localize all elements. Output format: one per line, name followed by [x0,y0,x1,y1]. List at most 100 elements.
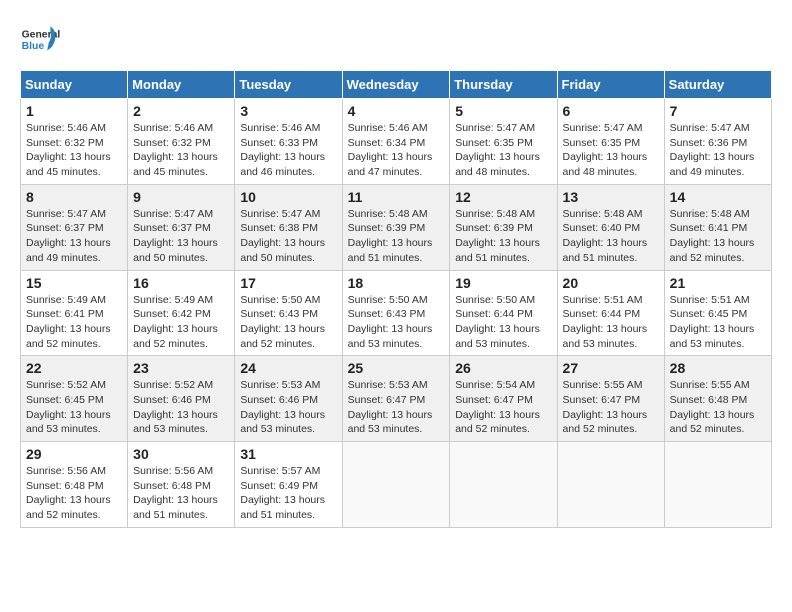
calendar-cell: 10 Sunrise: 5:47 AMSunset: 6:38 PMDaylig… [235,184,342,270]
day-info: Sunrise: 5:56 AMSunset: 6:48 PMDaylight:… [133,465,218,521]
day-number: 22 [26,360,122,376]
day-info: Sunrise: 5:52 AMSunset: 6:46 PMDaylight:… [133,379,218,435]
calendar-cell: 23 Sunrise: 5:52 AMSunset: 6:46 PMDaylig… [128,356,235,442]
calendar-week-row: 8 Sunrise: 5:47 AMSunset: 6:37 PMDayligh… [21,184,772,270]
calendar-cell [450,442,557,528]
calendar-week-row: 15 Sunrise: 5:49 AMSunset: 6:41 PMDaylig… [21,270,772,356]
calendar-cell: 31 Sunrise: 5:57 AMSunset: 6:49 PMDaylig… [235,442,342,528]
day-number: 21 [670,275,766,291]
calendar-cell: 27 Sunrise: 5:55 AMSunset: 6:47 PMDaylig… [557,356,664,442]
day-info: Sunrise: 5:47 AMSunset: 6:37 PMDaylight:… [133,208,218,264]
day-number: 17 [240,275,336,291]
calendar-cell: 7 Sunrise: 5:47 AMSunset: 6:36 PMDayligh… [664,99,771,185]
day-number: 24 [240,360,336,376]
day-number: 15 [26,275,122,291]
calendar-week-row: 1 Sunrise: 5:46 AMSunset: 6:32 PMDayligh… [21,99,772,185]
day-info: Sunrise: 5:55 AMSunset: 6:47 PMDaylight:… [563,379,648,435]
calendar-cell: 3 Sunrise: 5:46 AMSunset: 6:33 PMDayligh… [235,99,342,185]
calendar-cell: 24 Sunrise: 5:53 AMSunset: 6:46 PMDaylig… [235,356,342,442]
calendar-cell [557,442,664,528]
day-number: 27 [563,360,659,376]
day-info: Sunrise: 5:57 AMSunset: 6:49 PMDaylight:… [240,465,325,521]
calendar-cell: 9 Sunrise: 5:47 AMSunset: 6:37 PMDayligh… [128,184,235,270]
calendar-table: SundayMondayTuesdayWednesdayThursdayFrid… [20,70,772,528]
day-info: Sunrise: 5:47 AMSunset: 6:38 PMDaylight:… [240,208,325,264]
calendar-header-wednesday: Wednesday [342,71,450,99]
calendar-cell: 22 Sunrise: 5:52 AMSunset: 6:45 PMDaylig… [21,356,128,442]
day-number: 2 [133,103,229,119]
day-number: 29 [26,446,122,462]
calendar-cell: 1 Sunrise: 5:46 AMSunset: 6:32 PMDayligh… [21,99,128,185]
calendar-header-row: SundayMondayTuesdayWednesdayThursdayFrid… [21,71,772,99]
calendar-header-friday: Friday [557,71,664,99]
day-number: 31 [240,446,336,462]
calendar-week-row: 22 Sunrise: 5:52 AMSunset: 6:45 PMDaylig… [21,356,772,442]
calendar-cell: 15 Sunrise: 5:49 AMSunset: 6:41 PMDaylig… [21,270,128,356]
calendar-cell: 25 Sunrise: 5:53 AMSunset: 6:47 PMDaylig… [342,356,450,442]
day-info: Sunrise: 5:56 AMSunset: 6:48 PMDaylight:… [26,465,111,521]
day-info: Sunrise: 5:46 AMSunset: 6:34 PMDaylight:… [348,122,433,178]
calendar-cell: 2 Sunrise: 5:46 AMSunset: 6:32 PMDayligh… [128,99,235,185]
day-number: 28 [670,360,766,376]
day-info: Sunrise: 5:47 AMSunset: 6:35 PMDaylight:… [455,122,540,178]
calendar-body: 1 Sunrise: 5:46 AMSunset: 6:32 PMDayligh… [21,99,772,528]
day-info: Sunrise: 5:46 AMSunset: 6:32 PMDaylight:… [26,122,111,178]
calendar-cell: 26 Sunrise: 5:54 AMSunset: 6:47 PMDaylig… [450,356,557,442]
day-number: 9 [133,189,229,205]
svg-text:Blue: Blue [22,41,45,52]
calendar-cell: 21 Sunrise: 5:51 AMSunset: 6:45 PMDaylig… [664,270,771,356]
day-info: Sunrise: 5:50 AMSunset: 6:43 PMDaylight:… [348,294,433,350]
calendar-header-tuesday: Tuesday [235,71,342,99]
day-info: Sunrise: 5:48 AMSunset: 6:39 PMDaylight:… [348,208,433,264]
calendar-cell: 16 Sunrise: 5:49 AMSunset: 6:42 PMDaylig… [128,270,235,356]
day-number: 3 [240,103,336,119]
day-info: Sunrise: 5:53 AMSunset: 6:47 PMDaylight:… [348,379,433,435]
calendar-cell: 11 Sunrise: 5:48 AMSunset: 6:39 PMDaylig… [342,184,450,270]
logo: General Blue [20,20,64,60]
calendar-cell [664,442,771,528]
day-number: 25 [348,360,445,376]
day-info: Sunrise: 5:49 AMSunset: 6:42 PMDaylight:… [133,294,218,350]
day-info: Sunrise: 5:47 AMSunset: 6:35 PMDaylight:… [563,122,648,178]
calendar-cell: 18 Sunrise: 5:50 AMSunset: 6:43 PMDaylig… [342,270,450,356]
calendar-cell: 30 Sunrise: 5:56 AMSunset: 6:48 PMDaylig… [128,442,235,528]
day-info: Sunrise: 5:47 AMSunset: 6:36 PMDaylight:… [670,122,755,178]
day-number: 4 [348,103,445,119]
calendar-cell: 17 Sunrise: 5:50 AMSunset: 6:43 PMDaylig… [235,270,342,356]
calendar-cell: 5 Sunrise: 5:47 AMSunset: 6:35 PMDayligh… [450,99,557,185]
day-info: Sunrise: 5:47 AMSunset: 6:37 PMDaylight:… [26,208,111,264]
calendar-cell: 4 Sunrise: 5:46 AMSunset: 6:34 PMDayligh… [342,99,450,185]
day-info: Sunrise: 5:51 AMSunset: 6:44 PMDaylight:… [563,294,648,350]
calendar-cell: 6 Sunrise: 5:47 AMSunset: 6:35 PMDayligh… [557,99,664,185]
day-info: Sunrise: 5:52 AMSunset: 6:45 PMDaylight:… [26,379,111,435]
calendar-cell [342,442,450,528]
day-info: Sunrise: 5:53 AMSunset: 6:46 PMDaylight:… [240,379,325,435]
day-info: Sunrise: 5:46 AMSunset: 6:32 PMDaylight:… [133,122,218,178]
calendar-cell: 12 Sunrise: 5:48 AMSunset: 6:39 PMDaylig… [450,184,557,270]
calendar-cell: 20 Sunrise: 5:51 AMSunset: 6:44 PMDaylig… [557,270,664,356]
day-info: Sunrise: 5:50 AMSunset: 6:43 PMDaylight:… [240,294,325,350]
day-number: 26 [455,360,551,376]
day-number: 18 [348,275,445,291]
calendar-header-monday: Monday [128,71,235,99]
day-info: Sunrise: 5:51 AMSunset: 6:45 PMDaylight:… [670,294,755,350]
calendar-cell: 28 Sunrise: 5:55 AMSunset: 6:48 PMDaylig… [664,356,771,442]
day-info: Sunrise: 5:46 AMSunset: 6:33 PMDaylight:… [240,122,325,178]
day-info: Sunrise: 5:54 AMSunset: 6:47 PMDaylight:… [455,379,540,435]
calendar-cell: 19 Sunrise: 5:50 AMSunset: 6:44 PMDaylig… [450,270,557,356]
day-number: 23 [133,360,229,376]
day-number: 30 [133,446,229,462]
day-info: Sunrise: 5:48 AMSunset: 6:41 PMDaylight:… [670,208,755,264]
day-info: Sunrise: 5:48 AMSunset: 6:39 PMDaylight:… [455,208,540,264]
day-number: 14 [670,189,766,205]
calendar-cell: 13 Sunrise: 5:48 AMSunset: 6:40 PMDaylig… [557,184,664,270]
day-number: 11 [348,189,445,205]
calendar-cell: 14 Sunrise: 5:48 AMSunset: 6:41 PMDaylig… [664,184,771,270]
calendar-header-saturday: Saturday [664,71,771,99]
calendar-cell: 8 Sunrise: 5:47 AMSunset: 6:37 PMDayligh… [21,184,128,270]
day-info: Sunrise: 5:48 AMSunset: 6:40 PMDaylight:… [563,208,648,264]
day-number: 13 [563,189,659,205]
day-number: 7 [670,103,766,119]
day-info: Sunrise: 5:55 AMSunset: 6:48 PMDaylight:… [670,379,755,435]
day-info: Sunrise: 5:50 AMSunset: 6:44 PMDaylight:… [455,294,540,350]
